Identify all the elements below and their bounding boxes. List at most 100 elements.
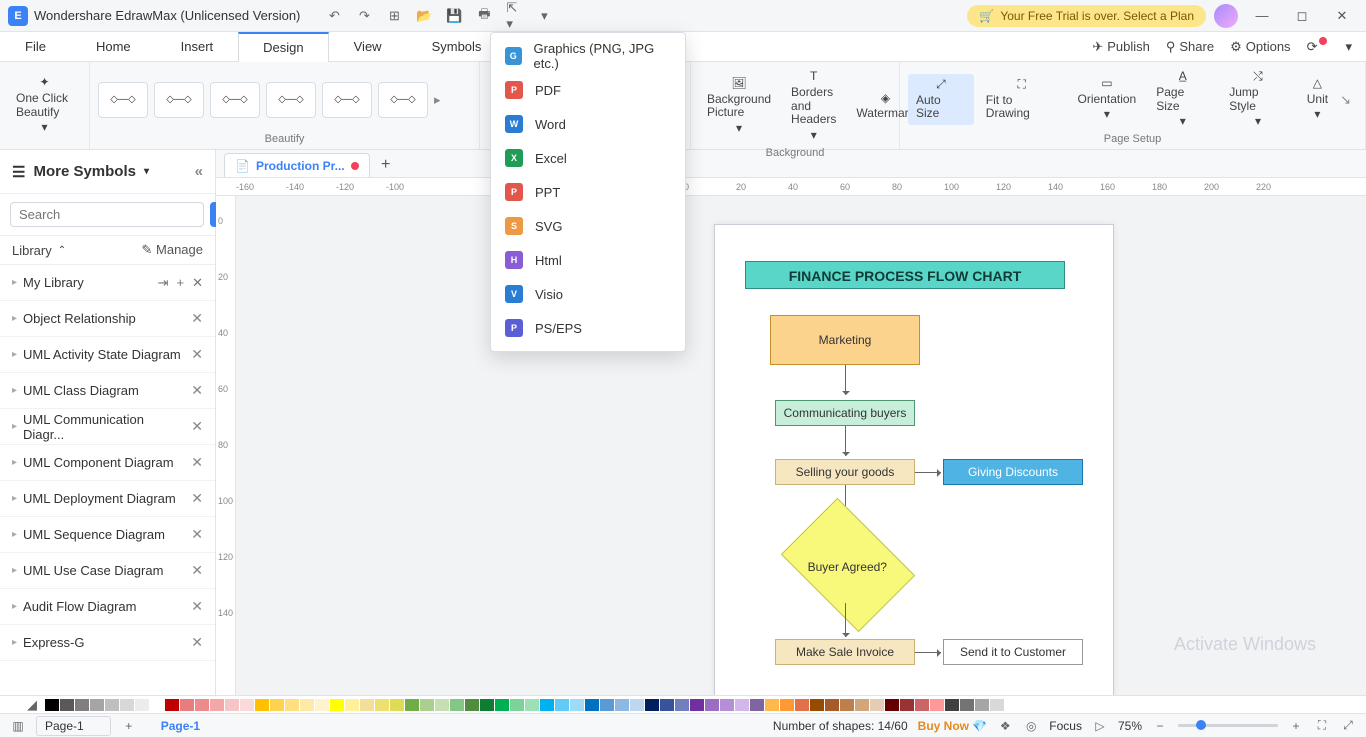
color-swatch[interactable] bbox=[120, 699, 134, 711]
color-swatch[interactable] bbox=[900, 699, 914, 711]
color-swatch[interactable] bbox=[600, 699, 614, 711]
color-swatch[interactable] bbox=[345, 699, 359, 711]
sidebar-item[interactable]: ▸UML Sequence Diagram✕ bbox=[0, 517, 215, 553]
color-swatch[interactable] bbox=[780, 699, 794, 711]
options-button[interactable]: ⚙ Options bbox=[1230, 39, 1290, 55]
color-swatch[interactable] bbox=[75, 699, 89, 711]
manage-button[interactable]: ✎ Manage bbox=[142, 242, 204, 258]
oneclick-beautify-button[interactable]: ✦ One Click Beautify ▾ bbox=[8, 72, 81, 139]
print-icon[interactable]: 🖶 bbox=[476, 8, 492, 24]
close-icon[interactable]: ✕ bbox=[191, 490, 203, 507]
sidebar-item[interactable]: ▸UML Deployment Diagram✕ bbox=[0, 481, 215, 517]
trial-badge[interactable]: 🛒 Your Free Trial is over. Select a Plan bbox=[967, 5, 1206, 27]
color-swatch[interactable] bbox=[60, 699, 74, 711]
chart-title[interactable]: FINANCE PROCESS FLOW CHART bbox=[745, 261, 1065, 289]
more-icon[interactable]: ▾ bbox=[536, 8, 552, 24]
color-swatch[interactable] bbox=[870, 699, 884, 711]
buy-now-button[interactable]: Buy Now 💎 bbox=[918, 719, 988, 733]
eyedropper-icon[interactable]: ◢ bbox=[24, 697, 40, 713]
close-icon[interactable]: ✕ bbox=[191, 598, 203, 615]
color-swatch[interactable] bbox=[840, 699, 854, 711]
fit-page-icon[interactable]: ⛶ bbox=[1314, 718, 1330, 734]
fc-node[interactable]: Send it to Customer bbox=[943, 639, 1083, 665]
sidebar-item[interactable]: ▸UML Communication Diagr...✕ bbox=[0, 409, 215, 445]
color-swatch[interactable] bbox=[825, 699, 839, 711]
style-preset[interactable]: ◇—◇ bbox=[154, 82, 204, 118]
color-swatch[interactable] bbox=[405, 699, 419, 711]
color-swatch[interactable] bbox=[645, 699, 659, 711]
unit-button[interactable]: △Unit▾ bbox=[1299, 73, 1336, 126]
minimize-button[interactable]: — bbox=[1246, 2, 1278, 30]
sidebar-item[interactable]: ▸My Library⇥+✕ bbox=[0, 265, 215, 301]
zoom-out-button[interactable]: − bbox=[1152, 718, 1168, 734]
style-preset[interactable]: ◇—◇ bbox=[266, 82, 316, 118]
focus-target-icon[interactable]: ◎ bbox=[1023, 718, 1039, 734]
sidebar-item[interactable]: ▸UML Class Diagram✕ bbox=[0, 373, 215, 409]
fc-node[interactable]: Giving Discounts bbox=[943, 459, 1083, 485]
export-item[interactable]: PPDF bbox=[491, 73, 685, 107]
close-icon[interactable]: ✕ bbox=[191, 310, 203, 327]
color-swatch[interactable] bbox=[360, 699, 374, 711]
color-swatch[interactable] bbox=[990, 699, 1004, 711]
menu-insert[interactable]: Insert bbox=[156, 32, 239, 62]
color-swatch[interactable] bbox=[540, 699, 554, 711]
fc-node[interactable]: Communicating buyers bbox=[775, 400, 915, 426]
focus-button[interactable]: Focus bbox=[1049, 719, 1082, 733]
publish-button[interactable]: ✈ Publish bbox=[1092, 39, 1150, 55]
undo-icon[interactable]: ↶ bbox=[326, 8, 342, 24]
sidebar-item[interactable]: ▸UML Component Diagram✕ bbox=[0, 445, 215, 481]
close-button[interactable]: ✕ bbox=[1326, 2, 1358, 30]
close-icon[interactable]: ✕ bbox=[191, 418, 203, 435]
sidebar-item[interactable]: ▸Audit Flow Diagram✕ bbox=[0, 589, 215, 625]
share-button[interactable]: ⚲ Share bbox=[1166, 39, 1214, 55]
presentation-icon[interactable]: ▷ bbox=[1092, 718, 1108, 734]
doc-tab[interactable]: 📄 Production Pr... bbox=[224, 153, 370, 177]
avatar[interactable] bbox=[1214, 4, 1238, 28]
color-swatch[interactable] bbox=[45, 699, 59, 711]
color-swatch[interactable] bbox=[150, 699, 164, 711]
color-swatch[interactable] bbox=[255, 699, 269, 711]
color-swatch[interactable] bbox=[270, 699, 284, 711]
color-swatch[interactable] bbox=[855, 699, 869, 711]
color-swatch[interactable] bbox=[495, 699, 509, 711]
color-swatch[interactable] bbox=[240, 699, 254, 711]
orientation-button[interactable]: ▭Orientation▾ bbox=[1070, 73, 1145, 126]
borders-button[interactable]: TBorders and Headers▾ bbox=[783, 66, 844, 147]
color-swatch[interactable] bbox=[945, 699, 959, 711]
color-swatch[interactable] bbox=[105, 699, 119, 711]
export-item[interactable]: PPPT bbox=[491, 175, 685, 209]
style-preset[interactable]: ◇—◇ bbox=[210, 82, 260, 118]
close-icon[interactable]: ✕ bbox=[191, 526, 203, 543]
color-swatch[interactable] bbox=[765, 699, 779, 711]
maximize-button[interactable]: ◻ bbox=[1286, 2, 1318, 30]
color-swatch[interactable] bbox=[750, 699, 764, 711]
menu-dropdown-icon[interactable]: ▾ bbox=[1345, 39, 1352, 55]
sidebar-item[interactable]: ▸Express-G✕ bbox=[0, 625, 215, 661]
color-swatch[interactable] bbox=[525, 699, 539, 711]
menu-file[interactable]: File bbox=[0, 32, 71, 62]
close-icon[interactable]: ✕ bbox=[192, 275, 203, 291]
page-selector[interactable]: Page-1 bbox=[36, 716, 111, 736]
open-icon[interactable]: 📂 bbox=[416, 8, 432, 24]
color-swatch[interactable] bbox=[690, 699, 704, 711]
canvas[interactable]: FINANCE PROCESS FLOW CHART Marketing Com… bbox=[236, 196, 1366, 695]
notifications-button[interactable]: ⟳ bbox=[1307, 39, 1330, 55]
color-swatch[interactable] bbox=[795, 699, 809, 711]
zoom-in-button[interactable]: + bbox=[1288, 718, 1304, 734]
color-swatch[interactable] bbox=[195, 699, 209, 711]
color-swatch[interactable] bbox=[885, 699, 899, 711]
color-swatch[interactable] bbox=[915, 699, 929, 711]
color-swatch[interactable] bbox=[630, 699, 644, 711]
color-swatch[interactable] bbox=[675, 699, 689, 711]
add-page-button[interactable]: + bbox=[121, 718, 137, 734]
color-swatch[interactable] bbox=[450, 699, 464, 711]
color-swatch[interactable] bbox=[735, 699, 749, 711]
redo-icon[interactable]: ↷ bbox=[356, 8, 372, 24]
color-swatch[interactable] bbox=[615, 699, 629, 711]
style-preset[interactable]: ◇—◇ bbox=[98, 82, 148, 118]
menu-design[interactable]: Design bbox=[238, 32, 328, 62]
sidebar-item[interactable]: ▸UML Activity State Diagram✕ bbox=[0, 337, 215, 373]
pagesize-button[interactable]: A̲Page Size▾ bbox=[1148, 66, 1217, 133]
style-scroll-icon[interactable]: ▸ bbox=[434, 92, 441, 108]
export-item[interactable]: PPS/EPS bbox=[491, 311, 685, 345]
